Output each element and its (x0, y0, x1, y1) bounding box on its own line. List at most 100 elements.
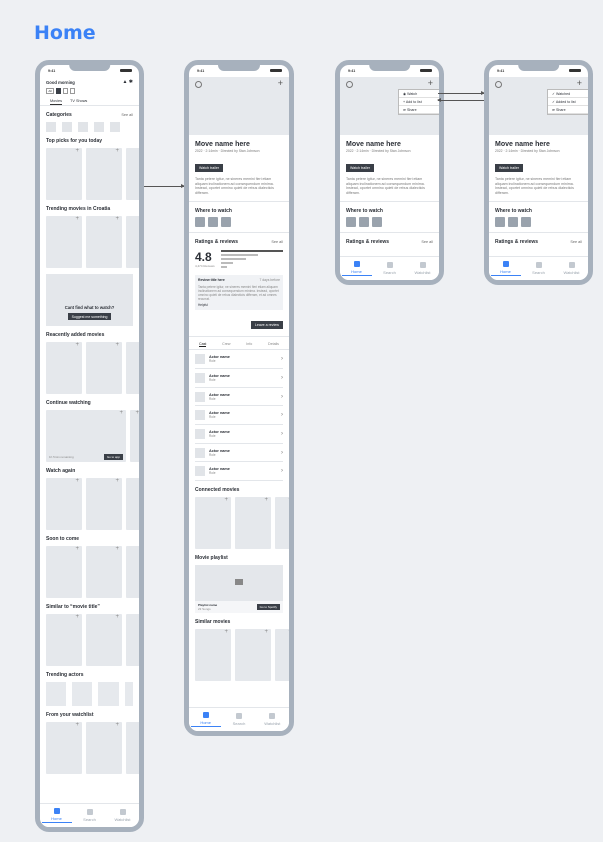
actor-avatar[interactable] (46, 682, 67, 706)
movie-card[interactable] (235, 497, 271, 550)
tab-movies[interactable]: Movies (50, 99, 63, 105)
tab-home[interactable]: Home (341, 261, 372, 276)
movie-card[interactable] (46, 478, 82, 530)
movie-card[interactable] (86, 342, 122, 394)
back-icon[interactable] (346, 81, 353, 88)
movie-card[interactable] (46, 148, 82, 200)
tab-watchlist[interactable]: Watchlist (408, 262, 438, 275)
category-tag-icon[interactable] (110, 122, 120, 132)
movie-card[interactable] (86, 478, 122, 530)
plus-icon[interactable]: + (428, 78, 433, 88)
actor-row[interactable]: Actor name Role › (195, 350, 283, 369)
movie-card[interactable] (46, 614, 82, 666)
tab-search[interactable]: Search (524, 262, 554, 275)
movie-card[interactable] (86, 546, 122, 598)
movie-card[interactable] (126, 148, 139, 200)
continue-card[interactable]: 1h 5min remaining Go to app (46, 410, 126, 462)
category-tag-icon[interactable] (78, 122, 88, 132)
category-tag-icon[interactable] (46, 122, 56, 132)
category-tag-icon[interactable] (94, 122, 104, 132)
movie-card[interactable] (86, 722, 122, 774)
go-to-spotify-button[interactable]: Go to Spotify (256, 604, 280, 611)
platform-icon[interactable] (221, 216, 231, 227)
review-card[interactable]: Review title here 7 days before Tanta pet… (195, 274, 283, 311)
tab-watchlist[interactable]: Watchlist (108, 809, 138, 822)
movie-card[interactable] (126, 216, 139, 268)
tab-home[interactable]: Home (190, 712, 221, 727)
actor-row[interactable]: Actor name Role › (195, 388, 283, 407)
back-icon[interactable] (195, 81, 202, 88)
platform-icon[interactable] (195, 216, 205, 227)
movie-card[interactable] (126, 614, 139, 666)
actor-row[interactable]: Actor name Role › (195, 406, 283, 426)
avatar (195, 354, 205, 365)
tab-info[interactable]: Info (246, 342, 252, 347)
menu-item-add-to-list[interactable]: + Add to list (399, 98, 439, 106)
actor-row[interactable]: Actor name Role › (195, 462, 283, 482)
tab-search[interactable]: Search (75, 809, 105, 822)
menu-item-added-to-list[interactable]: ✓ Added to list (548, 98, 588, 106)
platform-icon (521, 216, 531, 227)
tab-search[interactable]: Search (375, 262, 405, 275)
plus-icon[interactable]: + (577, 78, 582, 88)
movie-card[interactable] (46, 342, 82, 394)
see-all-link[interactable]: See all (271, 240, 283, 244)
category-tag-icon[interactable] (62, 122, 72, 132)
actor-avatar[interactable] (72, 682, 93, 706)
filter-chip[interactable] (56, 88, 61, 94)
movie-card[interactable] (195, 497, 231, 550)
all-chip[interactable]: All (46, 88, 54, 94)
plus-icon[interactable]: + (278, 78, 283, 88)
movie-card[interactable] (126, 342, 139, 394)
filter-chip[interactable] (70, 88, 75, 94)
filter-chip[interactable] (63, 88, 68, 94)
movie-card[interactable] (195, 629, 231, 682)
tab-watchlist[interactable]: Watchlist (257, 713, 287, 726)
menu-item-watched[interactable]: ✓ Watched (548, 90, 588, 98)
movie-card[interactable] (46, 546, 82, 598)
actor-row[interactable]: Actor name Role › (195, 369, 283, 388)
watch-trailer-button[interactable]: Watch trailer (346, 164, 375, 172)
movie-card[interactable] (126, 546, 139, 598)
tab-watchlist[interactable]: Watchlist (557, 262, 587, 275)
notification-settings-icons[interactable]: ▲ ✱ (122, 79, 133, 85)
movie-card[interactable] (46, 216, 82, 268)
rating-value: 4.8 (195, 249, 212, 264)
actor-row[interactable]: Actor name Role › (195, 444, 283, 463)
tab-home[interactable]: Home (490, 261, 521, 276)
search-icon (535, 262, 542, 268)
watch-trailer-button[interactable]: Watch trailer (495, 164, 524, 172)
movie-card[interactable] (275, 629, 289, 682)
menu-item-share[interactable]: ➦ Share (548, 106, 588, 114)
platform-icons (189, 214, 289, 227)
menu-item-share[interactable]: ➦ Share (399, 106, 439, 114)
movie-card[interactable] (126, 478, 139, 530)
see-all-link[interactable]: See all (121, 113, 133, 117)
movie-card[interactable] (275, 497, 289, 550)
movie-card[interactable] (86, 216, 122, 268)
movie-card[interactable] (126, 722, 139, 774)
menu-item-watch[interactable]: ◉ Watch (399, 90, 439, 98)
tab-search[interactable]: Search (224, 713, 254, 726)
go-to-app-button[interactable]: Go to app (103, 454, 123, 460)
continue-card[interactable] (130, 410, 139, 462)
actor-avatar[interactable] (98, 682, 119, 706)
tab-cast[interactable]: Cast (199, 342, 207, 348)
tab-home[interactable]: Home (41, 808, 72, 823)
movie-card[interactable] (86, 148, 122, 200)
actor-avatar[interactable] (124, 682, 133, 706)
leave-review-button[interactable]: Leave a review (250, 321, 283, 330)
movie-card[interactable] (46, 722, 82, 774)
tab-crew[interactable]: Crew (222, 342, 230, 347)
suggest-button[interactable]: Suggest me something (67, 313, 112, 320)
movie-card[interactable] (235, 629, 271, 682)
playlist-card[interactable]: Playlist name 23 Songs Go to Spotify (195, 565, 283, 614)
tab-tv-shows[interactable]: TV Shows (70, 99, 87, 105)
back-icon[interactable] (495, 81, 502, 88)
movie-card[interactable] (86, 614, 122, 666)
tab-details[interactable]: Details (268, 342, 279, 347)
watch-trailer-button[interactable]: Watch trailer (195, 164, 224, 172)
platform-icon[interactable] (208, 216, 218, 227)
actor-row[interactable]: Actor name Role › (195, 425, 283, 444)
helpful-button[interactable]: Helpful (198, 303, 280, 307)
